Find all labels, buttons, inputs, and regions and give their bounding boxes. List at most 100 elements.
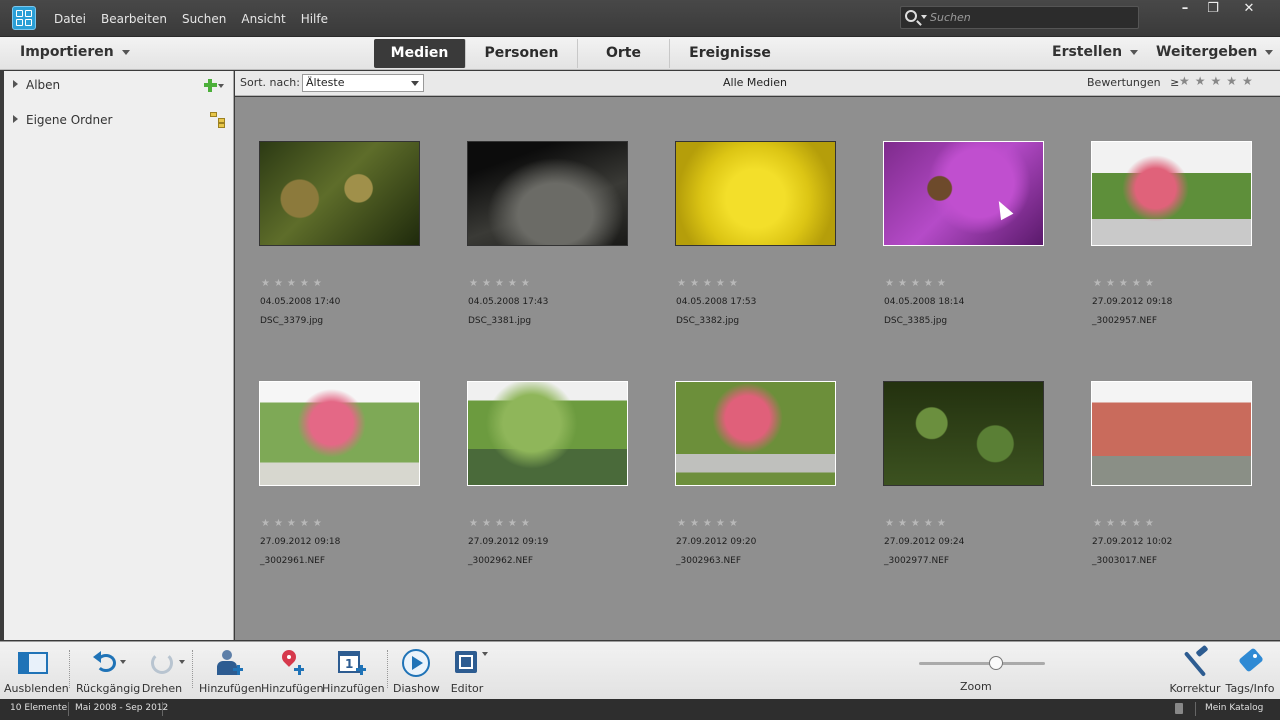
expand-triangle-icon[interactable] xyxy=(13,115,18,123)
hide-panel-button[interactable]: Ausblenden xyxy=(4,648,69,696)
media-item[interactable]: ★★★★★ 27.09.2012 09:18 _3002957.NEF xyxy=(1091,141,1252,331)
rating-filter-label: Bewertungen ≥ xyxy=(1087,76,1179,89)
chevron-down-icon xyxy=(411,81,419,86)
catalog-name[interactable]: Mein Katalog xyxy=(1205,703,1263,713)
media-filename: DSC_3385.jpg xyxy=(884,316,948,326)
add-album-icon[interactable] xyxy=(204,78,224,92)
star-rating[interactable]: ★★★★★ xyxy=(1093,278,1158,289)
zoom-slider-track[interactable] xyxy=(919,662,1045,665)
sidebar: Alben Eigene Ordner xyxy=(4,71,234,640)
sidebar-item-albums[interactable]: Alben xyxy=(4,74,234,98)
media-filename: _3002963.NEF xyxy=(676,556,742,566)
media-thumbnail[interactable] xyxy=(883,141,1044,246)
media-thumbnail[interactable] xyxy=(259,381,420,486)
rating-label: Bewertungen xyxy=(1087,76,1161,89)
create-dropdown[interactable]: Erstellen xyxy=(1052,44,1139,60)
folders-label: Eigene Ordner xyxy=(26,113,113,127)
media-thumbnail[interactable] xyxy=(467,381,628,486)
share-label: Weitergeben xyxy=(1156,44,1258,60)
status-divider xyxy=(1195,702,1196,716)
sidebar-item-folders[interactable]: Eigene Ordner xyxy=(4,109,234,133)
tab-medien[interactable]: Medien xyxy=(374,39,466,68)
star-rating[interactable]: ★★★★★ xyxy=(677,278,742,289)
star-rating[interactable]: ★★★★★ xyxy=(261,278,326,289)
add-person-label: Hinzufügen xyxy=(199,682,262,695)
star-rating[interactable]: ★★★★★ xyxy=(469,518,534,529)
share-dropdown[interactable]: Weitergeben xyxy=(1156,44,1274,60)
date-range: Mai 2008 - Sep 2012 xyxy=(75,703,169,713)
media-thumbnail[interactable] xyxy=(883,381,1044,486)
create-label: Erstellen xyxy=(1052,44,1123,60)
fix-button[interactable]: Korrektur xyxy=(1168,644,1222,696)
menu-datei[interactable]: Datei xyxy=(54,12,86,26)
rating-filter-stars[interactable]: ★★★★★ xyxy=(1179,74,1258,88)
all-media-label: Alle Medien xyxy=(723,76,787,89)
media-item[interactable]: ★★★★★ 04.05.2008 17:40 DSC_3379.jpg xyxy=(259,141,420,331)
expand-triangle-icon[interactable] xyxy=(13,80,18,88)
media-item[interactable]: ★★★★★ 27.09.2012 09:19 _3002962.NEF xyxy=(467,381,628,571)
menu-bearbeiten[interactable]: Bearbeiten xyxy=(101,12,167,26)
star-rating[interactable]: ★★★★★ xyxy=(469,278,534,289)
star-rating[interactable]: ★★★★★ xyxy=(885,278,950,289)
menu-hilfe[interactable]: Hilfe xyxy=(301,12,328,26)
status-bar: 10 Elemente Mai 2008 - Sep 2012 Mein Kat… xyxy=(0,699,1280,720)
tab-personen[interactable]: Personen xyxy=(466,39,578,68)
chevron-down-icon xyxy=(121,49,130,55)
media-item[interactable]: ★★★★★ 27.09.2012 09:20 _3002963.NEF xyxy=(675,381,836,571)
menu-suchen[interactable]: Suchen xyxy=(182,12,226,26)
search-box[interactable] xyxy=(900,6,1139,29)
media-thumbnail[interactable] xyxy=(1091,141,1252,246)
media-date: 27.09.2012 09:20 xyxy=(676,537,757,547)
media-filename: _3003017.NEF xyxy=(1092,556,1158,566)
search-options-chevron-icon[interactable] xyxy=(921,15,927,19)
star-rating[interactable]: ★★★★★ xyxy=(885,518,950,529)
tags-info-button[interactable]: Tags/Info xyxy=(1224,647,1276,696)
sort-label: Sort. nach: xyxy=(240,76,300,89)
media-thumbnail[interactable] xyxy=(259,141,420,246)
media-item[interactable]: ★★★★★ 04.05.2008 18:14 DSC_3385.jpg xyxy=(883,141,1044,331)
status-divider xyxy=(68,702,69,716)
tab-orte[interactable]: Orte xyxy=(578,39,670,68)
folder-tree-icon[interactable] xyxy=(210,112,228,128)
undo-button[interactable]: Rückgängig xyxy=(76,648,140,696)
search-input[interactable] xyxy=(930,9,1130,26)
add-event-button[interactable]: 1 Hinzufügen xyxy=(322,648,385,696)
import-dropdown[interactable]: Importieren xyxy=(20,44,130,60)
media-thumbnail[interactable] xyxy=(675,141,836,246)
search-icon[interactable] xyxy=(905,10,917,22)
media-item[interactable]: ★★★★★ 04.05.2008 17:43 DSC_3381.jpg xyxy=(467,141,628,331)
chevron-down-icon xyxy=(1130,49,1139,55)
close-button[interactable]: ✕ xyxy=(1232,0,1266,20)
media-thumbnail[interactable] xyxy=(467,141,628,246)
media-date: 04.05.2008 18:14 xyxy=(884,297,965,307)
media-item[interactable]: ★★★★★ 27.09.2012 09:18 _3002961.NEF xyxy=(259,381,420,571)
rotate-button[interactable]: Drehen xyxy=(140,648,185,696)
media-thumbnail[interactable] xyxy=(1091,381,1252,486)
media-date: 27.09.2012 09:19 xyxy=(468,537,549,547)
media-item[interactable]: ★★★★★ 27.09.2012 09:24 _3002977.NEF xyxy=(883,381,1044,571)
media-item[interactable]: ★★★★★ 04.05.2008 17:53 DSC_3382.jpg xyxy=(675,141,836,331)
star-rating[interactable]: ★★★★★ xyxy=(261,518,326,529)
editor-button[interactable]: Editor xyxy=(445,648,489,696)
toolbar-divider xyxy=(387,650,388,688)
tag-icon xyxy=(1235,647,1265,678)
media-item[interactable]: ★★★★★ 27.09.2012 10:02 _3003017.NEF xyxy=(1091,381,1252,571)
calendar-icon: 1 xyxy=(336,648,366,678)
restore-button[interactable]: ❐ xyxy=(1196,0,1230,20)
slideshow-button[interactable]: Diashow xyxy=(393,648,440,696)
star-rating[interactable]: ★★★★★ xyxy=(677,518,742,529)
menu-ansicht[interactable]: Ansicht xyxy=(241,12,285,26)
media-filename: _3002977.NEF xyxy=(884,556,950,566)
rotate-label: Drehen xyxy=(141,682,183,695)
zoom-slider-handle[interactable] xyxy=(989,656,1003,670)
add-person-button[interactable]: Hinzufügen xyxy=(199,648,262,696)
toolbar-divider xyxy=(69,650,70,688)
star-rating[interactable]: ★★★★★ xyxy=(1093,518,1158,529)
tab-ereignisse[interactable]: Ereignisse xyxy=(670,39,790,68)
tags-info-label: Tags/Info xyxy=(1225,682,1275,695)
add-place-button[interactable]: Hinzufügen xyxy=(261,647,324,696)
rating-operator[interactable]: ≥ xyxy=(1170,76,1179,89)
sort-select[interactable]: Älteste xyxy=(302,74,424,92)
app-logo-icon[interactable] xyxy=(12,6,36,30)
media-thumbnail[interactable] xyxy=(675,381,836,486)
